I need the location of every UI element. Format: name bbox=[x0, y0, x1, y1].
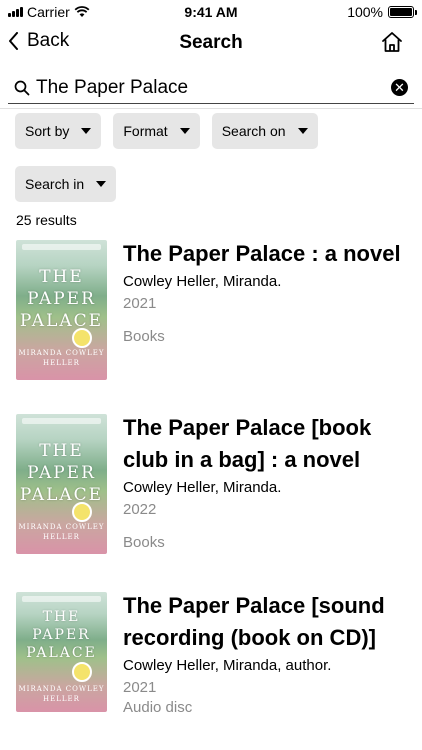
result-year: 2021 bbox=[123, 295, 157, 312]
result-format: Audio disc bbox=[123, 699, 193, 716]
badge-icon bbox=[72, 502, 92, 522]
result-author: Cowley Heller, Miranda. bbox=[123, 479, 282, 496]
status-bar: Carrier 9:41 AM 100% bbox=[0, 0, 422, 24]
search-input[interactable] bbox=[36, 76, 391, 99]
result-format: Books bbox=[123, 534, 165, 551]
search-icon bbox=[14, 80, 30, 96]
badge-icon bbox=[72, 328, 92, 348]
result-year: 2022 bbox=[123, 501, 157, 518]
chip-label: Search in bbox=[25, 176, 85, 192]
result-info: The Paper Palace [sound recording (book … bbox=[123, 590, 411, 718]
chip-label: Sort by bbox=[25, 123, 70, 139]
caret-down-icon bbox=[96, 181, 107, 187]
result-format: Books bbox=[123, 328, 165, 345]
nav-bar: Back Search bbox=[0, 26, 422, 62]
filter-bar: Sort by Format Search on Search in bbox=[15, 113, 415, 202]
sort-by-dropdown[interactable]: Sort by bbox=[15, 113, 102, 149]
clear-icon[interactable]: ✕ bbox=[391, 79, 408, 96]
home-icon bbox=[382, 32, 402, 52]
search-in-dropdown[interactable]: Search in bbox=[15, 166, 117, 202]
search-bar: ✕ bbox=[8, 72, 414, 104]
chip-label: Search on bbox=[221, 123, 286, 139]
result-author: Cowley Heller, Miranda. bbox=[123, 273, 282, 290]
cover-author: MIRANDA COWLEY HELLER bbox=[18, 685, 105, 703]
format-dropdown[interactable]: Format bbox=[113, 113, 200, 149]
result-year: 2021 bbox=[123, 679, 157, 696]
cover-author: MIRANDA COWLEY HELLER bbox=[18, 523, 105, 541]
divider bbox=[0, 108, 422, 109]
battery-icon bbox=[388, 6, 417, 18]
result-title[interactable]: The Paper Palace [book club in a bag] : … bbox=[123, 412, 411, 476]
status-right: 100% bbox=[347, 4, 417, 20]
result-title[interactable]: The Paper Palace : a novel bbox=[123, 238, 411, 270]
cover-author: MIRANDA COWLEY HELLER bbox=[18, 349, 105, 367]
result-title[interactable]: The Paper Palace [sound recording (book … bbox=[123, 590, 411, 654]
result-info: The Paper Palace [book club in a bag] : … bbox=[123, 412, 411, 553]
search-on-dropdown[interactable]: Search on bbox=[211, 113, 318, 149]
cover-title: THE PAPER PALACE bbox=[19, 441, 104, 505]
caret-down-icon bbox=[81, 128, 92, 134]
result-info: The Paper Palace : a novel Cowley Heller… bbox=[123, 238, 411, 347]
caret-down-icon bbox=[179, 128, 190, 134]
page-title: Search bbox=[179, 32, 243, 53]
cover-title: THE PAPER PALACE bbox=[26, 609, 97, 661]
book-cover: THE PAPER PALACE MIRANDA COWLEY HELLER bbox=[16, 240, 107, 380]
result-count: 25 results bbox=[16, 212, 77, 228]
chip-label: Format bbox=[123, 123, 168, 139]
result-author: Cowley Heller, Miranda, author. bbox=[123, 657, 332, 674]
battery-percent: 100% bbox=[347, 4, 383, 20]
book-cover: THE PAPER PALACE MIRANDA COWLEY HELLER bbox=[16, 592, 107, 712]
book-cover: THE PAPER PALACE MIRANDA COWLEY HELLER bbox=[16, 414, 107, 554]
badge-icon bbox=[72, 662, 92, 682]
home-button[interactable] bbox=[380, 30, 404, 59]
cover-title: THE PAPER PALACE bbox=[19, 267, 104, 331]
caret-down-icon bbox=[297, 128, 308, 134]
